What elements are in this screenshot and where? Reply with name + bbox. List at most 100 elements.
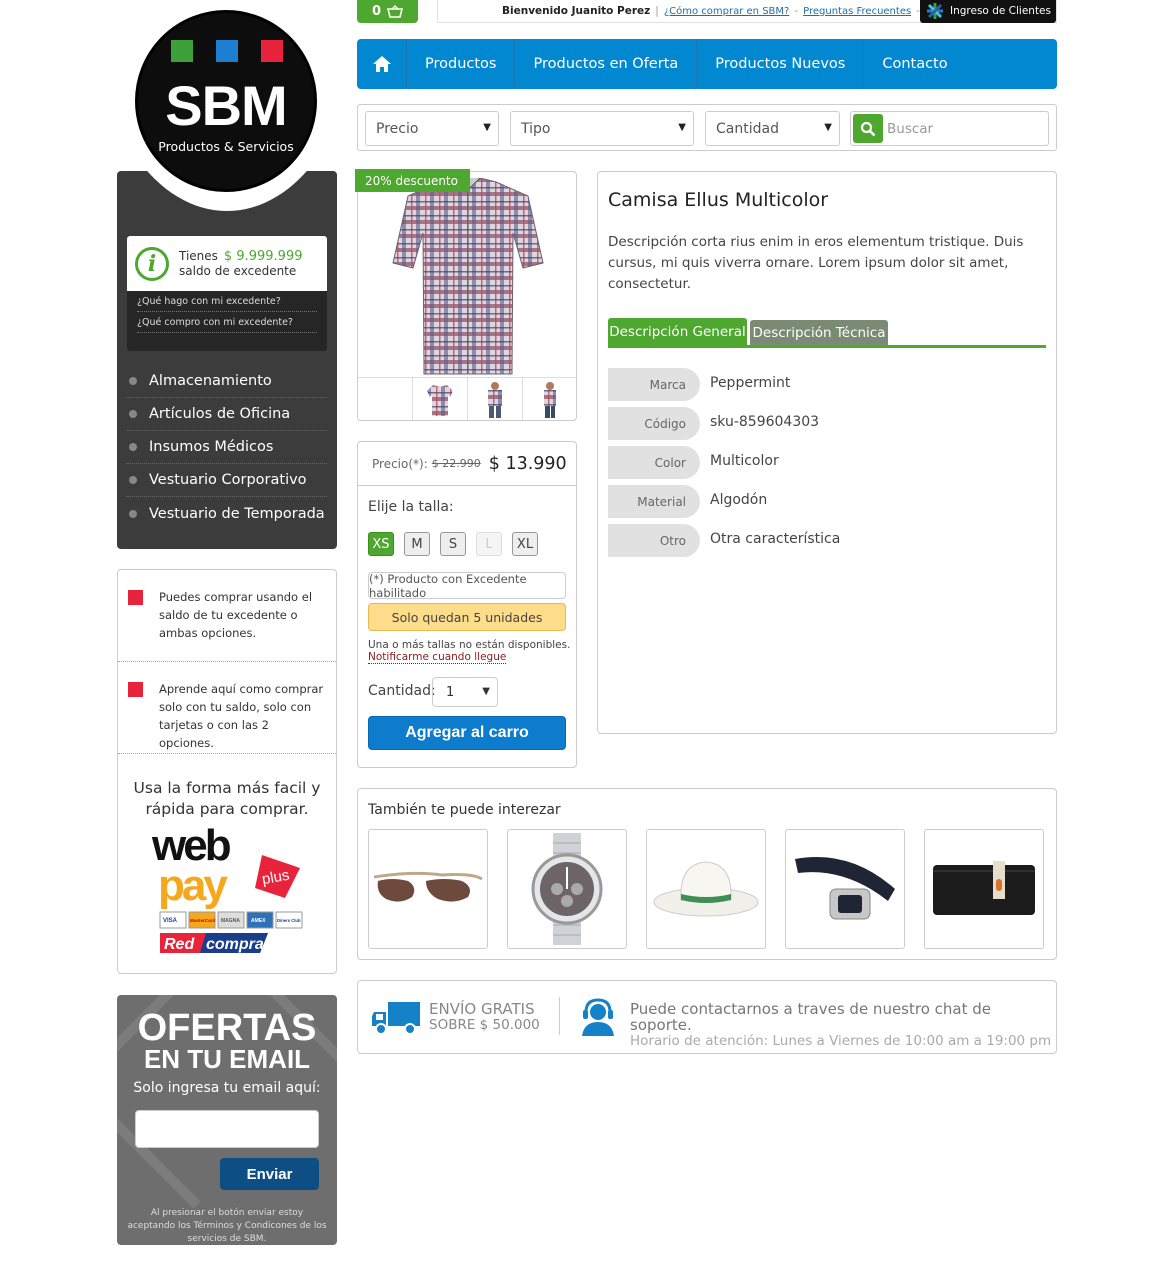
size-label: Elije la talla: [368,499,454,515]
purchase-card: Precio(*): $ 22.990 $ 13.990 Elije la ta… [357,441,577,768]
plaid-shirt-image[interactable] [388,178,548,376]
belt-icon [795,857,895,920]
sidebar-item-label: Artículos de Oficina [149,406,291,422]
attr-key: Color [608,446,700,479]
webpay-text-pay: pay [158,861,228,910]
sidebar-item-vestuario-temporada[interactable]: Vestuario de Temporada [127,497,327,530]
logo-blue-square [216,40,238,62]
search-box[interactable]: Buscar [850,111,1049,146]
sidebar-item-insumos-medicos[interactable]: Insumos Médicos [127,431,327,464]
attr-key: Código [608,407,700,440]
newsletter-subtitle: EN TU EMAIL [143,1044,311,1074]
sbm-logo[interactable]: SBM Productos & Servicios [135,10,317,192]
divider [559,997,560,1035]
size-l: L [476,532,502,556]
thumbnail-model-side[interactable] [523,378,576,420]
attr-key: Marca [608,368,700,401]
card-magna: MAGNA [221,918,240,924]
free-shipping-title: ENVÍO GRATIS [429,1000,535,1018]
attr-row: Color Multicolor [608,446,1038,479]
bullet-icon [129,410,137,418]
top-bar: Bienvenido Juanito Perez | ¿Cómo comprar… [437,0,1057,23]
sidebar-item-almacenamiento[interactable]: Almacenamiento [127,365,327,398]
related-title: También te puede interezar [368,802,561,818]
support-hours: Horario de atención: Lunes a Viernes de … [630,1033,1052,1049]
dropdown-arrow-icon: ▼ [482,686,490,697]
price-filter-label: Precio [376,120,419,137]
balance-widget: i Tienes $ 9.999.999 saldo de excedente ¿… [127,236,327,351]
tip-text: Puedes comprar usando el saldo de tu exc… [159,590,313,640]
newsletter-panel: OFERTAS EN TU EMAIL Solo ingresa tu emai… [117,995,337,1245]
quantity-filter-select[interactable]: Cantidad ▼ [705,111,840,146]
faq-link[interactable]: Preguntas Frecuentes [803,6,911,17]
related-item-wallet[interactable] [924,829,1044,949]
main-nav: Productos Productos en Oferta Productos … [357,39,1057,89]
free-shipping-threshold: SOBRE $ 50.000 [429,1017,540,1033]
support-agent-icon [582,998,614,1036]
stock-warning: Solo quedan 5 unidades [368,603,566,631]
logo-green-square [171,40,193,62]
bullet-icon [129,443,137,451]
how-to-buy-link[interactable]: ¿Cómo comprar en SBM? [664,6,790,17]
tab-general[interactable]: Descripción General [608,318,747,346]
notify-me-link[interactable]: Notificarme cuando llegue [368,651,507,664]
logo-red-square [261,40,283,62]
sidebar-item-vestuario-corporativo[interactable]: Vestuario Corporativo [127,464,327,497]
info-icon: i [135,246,169,281]
size-m[interactable]: M [404,532,430,556]
nav-productos-oferta[interactable]: Productos en Oferta [515,39,698,89]
faq-excedente-link[interactable]: ¿Qué hago con mi excedente? [137,291,317,312]
attr-value: Algodón [710,492,768,508]
search-button[interactable] [853,114,883,143]
service-info-bar: ENVÍO GRATIS SOBRE $ 50.000 Puede contac… [357,980,1057,1054]
thumbnail-shirt[interactable] [413,378,468,420]
tab-tecnica[interactable]: Descripción Técnica [750,320,888,346]
separator: - [794,5,799,17]
wallet-icon [933,861,1035,915]
newsletter-email-input[interactable] [135,1110,319,1148]
tip-how-to-buy[interactable]: Aprende aquí como comprar solo con tu sa… [118,662,336,753]
cart-button[interactable]: 0 [357,0,418,23]
tip-excedente[interactable]: Puedes comprar usando el saldo de tu exc… [118,570,336,661]
card-visa: VISA [163,918,178,924]
related-item-sunglasses[interactable] [368,829,488,949]
detail-tabs: Descripción General Descripción Técnica [608,318,1046,348]
add-to-cart-button[interactable]: Agregar al carro [368,716,566,750]
excedente-note: (*) Producto con Excedente habilitado [368,572,566,600]
thumbnail-model-front[interactable] [468,378,523,420]
bullet-icon [129,476,137,484]
size-xl[interactable]: XL [512,532,538,556]
balance-prefix: Tienes [179,249,218,263]
filter-bar: Precio ▼ Tipo ▼ Cantidad ▼ Buscar [357,104,1057,151]
thumbnail-strip [358,377,576,420]
size-xs[interactable]: XS [368,532,394,556]
price-filter-select[interactable]: Precio ▼ [365,111,499,146]
search-input[interactable]: Buscar [887,121,933,137]
webpay-lead: Usa la forma más facil y rápida para com… [133,779,321,818]
size-s[interactable]: S [440,532,466,556]
webpay-logo: web pay plus VISA MasterCard MAGNA AMEX … [150,820,310,960]
free-shipping-text: ENVÍO GRATIS SOBRE $ 50.000 [429,1001,540,1033]
type-filter-select[interactable]: Tipo ▼ [510,111,694,146]
quantity-filter-label: Cantidad [716,120,779,137]
nav-productos-nuevos[interactable]: Productos Nuevos [697,39,865,89]
card-mastercard: MasterCard [190,918,215,923]
nav-productos[interactable]: Productos [407,39,516,89]
quantity-select[interactable]: 1 ▼ [432,677,498,707]
related-item-belt[interactable] [785,829,905,949]
client-login-button[interactable]: Ingreso de Clientes [920,0,1056,23]
home-button[interactable] [357,39,407,89]
nav-contacto[interactable]: Contacto [864,39,965,89]
balance-amount: $ 9.999.999 [223,249,303,264]
welcome-text: Bienvenido Juanito Perez [502,5,651,17]
attr-row: Material Algodón [608,485,1038,518]
redcompra-text-compra: compra [206,936,264,953]
sidebar-item-articulos-oficina[interactable]: Artículos de Oficina [127,398,327,431]
faq-buy-excedente-link[interactable]: ¿Qué compro con mi excedente? [137,312,317,333]
attr-row: Código sku-859604303 [608,407,1038,440]
price-label: Precio(*): [372,456,428,471]
newsletter-submit-button[interactable]: Enviar [220,1158,319,1190]
support-title: Puede contactarnos a traves de nuestro c… [630,1000,992,1034]
related-item-watch[interactable] [507,829,627,949]
related-item-hat[interactable] [646,829,766,949]
